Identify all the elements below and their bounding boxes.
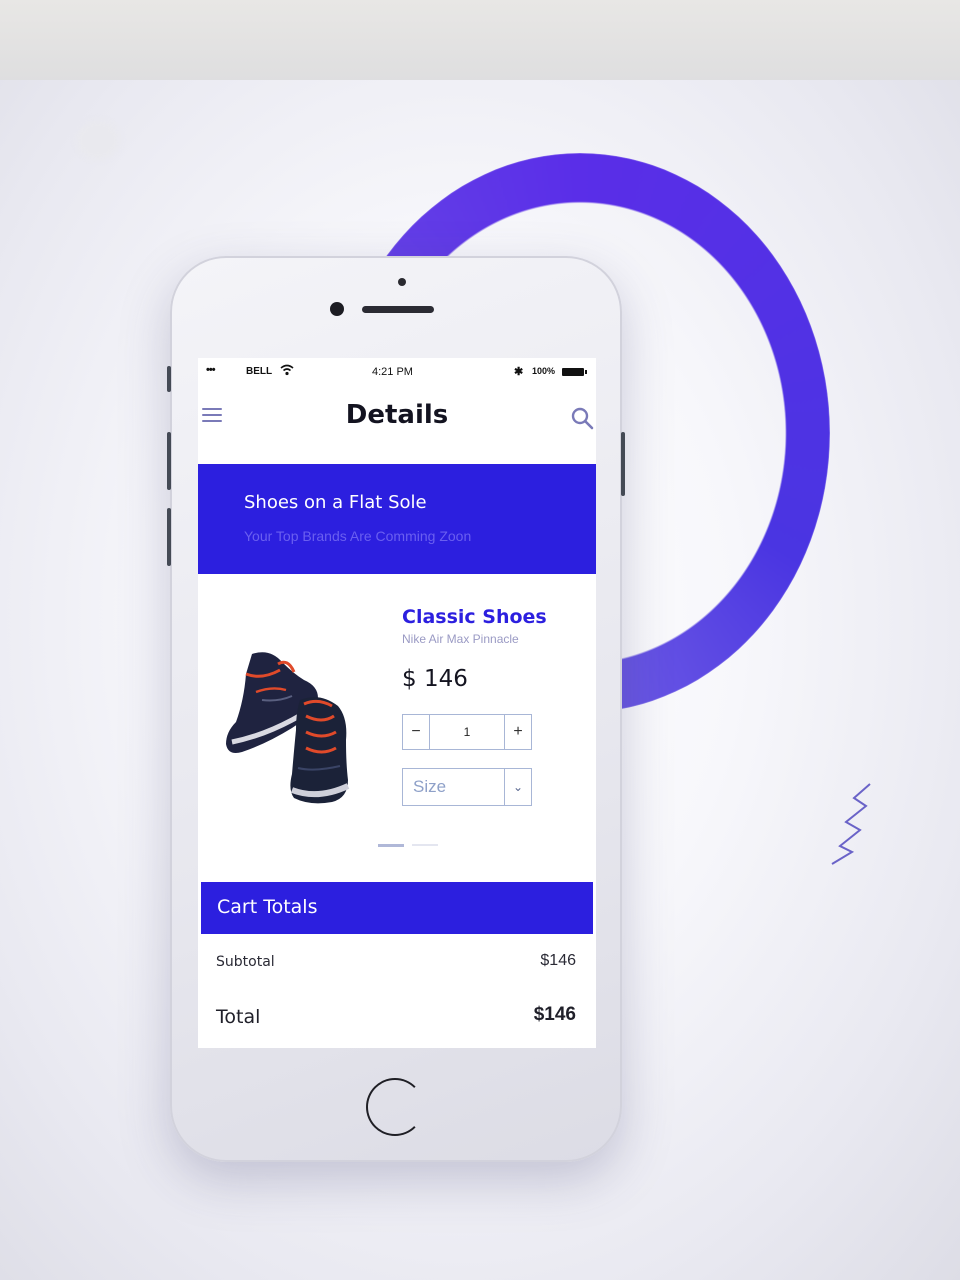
pager-dot-active[interactable]: [378, 844, 404, 847]
zigzag-decoration: [831, 783, 871, 865]
app-screen: ••• BELL 4:21 PM ✱ 100% Details Shoes on…: [198, 358, 596, 1048]
promo-banner[interactable]: Shoes on a Flat Sole Your Top Brands Are…: [198, 464, 596, 574]
quantity-value[interactable]: 1: [429, 715, 505, 749]
total-label: Total: [216, 1006, 261, 1028]
carrier-name: BELL: [246, 366, 273, 377]
phone-mockup: ••• BELL 4:21 PM ✱ 100% Details Shoes on…: [167, 256, 625, 1162]
subtotal-row: Subtotal $146: [198, 950, 596, 980]
subtotal-value: $146: [540, 952, 576, 969]
home-button[interactable]: [366, 1078, 424, 1136]
increase-quantity-button[interactable]: +: [504, 715, 531, 749]
wifi-icon: [280, 364, 294, 376]
product-price: $ 146: [402, 666, 468, 692]
front-camera: [330, 302, 344, 316]
product-model: Nike Air Max Pinnacle: [402, 632, 519, 646]
banner-subtitle: Your Top Brands Are Comming Zoon: [244, 528, 472, 544]
pager-dot[interactable]: [412, 844, 438, 846]
subtotal-label: Subtotal: [216, 954, 275, 970]
status-time: 4:21 PM: [372, 366, 413, 378]
search-icon[interactable]: [570, 406, 596, 432]
phone-volume-up: [167, 432, 171, 490]
product-card: Classic Shoes Nike Air Max Pinnacle $ 14…: [198, 574, 596, 874]
decrease-quantity-button[interactable]: −: [403, 715, 430, 749]
page-title: Details: [345, 400, 449, 430]
shoe-image: [226, 652, 350, 804]
decorative-blob: [76, 120, 120, 160]
proximity-sensor: [398, 278, 406, 286]
battery-icon: [562, 368, 587, 376]
total-row: Total $146: [198, 1000, 596, 1036]
image-pager: [378, 844, 438, 848]
phone-side-button: [167, 366, 171, 392]
signal-icon: •••: [206, 364, 216, 376]
cart-totals-title: Cart Totals: [217, 896, 318, 918]
photo-background: ••• BELL 4:21 PM ✱ 100% Details Shoes on…: [0, 0, 960, 1280]
phone-volume-down: [167, 508, 171, 566]
product-name: Classic Shoes: [402, 606, 547, 628]
phone-power-button: [621, 432, 625, 496]
bluetooth-icon: ✱: [514, 366, 524, 378]
battery-percent: 100%: [532, 366, 556, 376]
chevron-down-icon[interactable]: ⌄: [504, 769, 531, 805]
status-bar: ••• BELL 4:21 PM ✱ 100%: [198, 358, 596, 384]
navigation-bar: Details: [198, 384, 596, 464]
cart-totals-header: Cart Totals: [201, 882, 593, 934]
earpiece-speaker: [362, 306, 434, 313]
size-select-value: Size: [413, 777, 447, 796]
banner-title: Shoes on a Flat Sole: [244, 492, 427, 513]
quantity-stepper: − 1 +: [402, 714, 532, 750]
total-value: $146: [533, 1004, 576, 1025]
size-select[interactable]: Size ⌄: [402, 768, 532, 806]
